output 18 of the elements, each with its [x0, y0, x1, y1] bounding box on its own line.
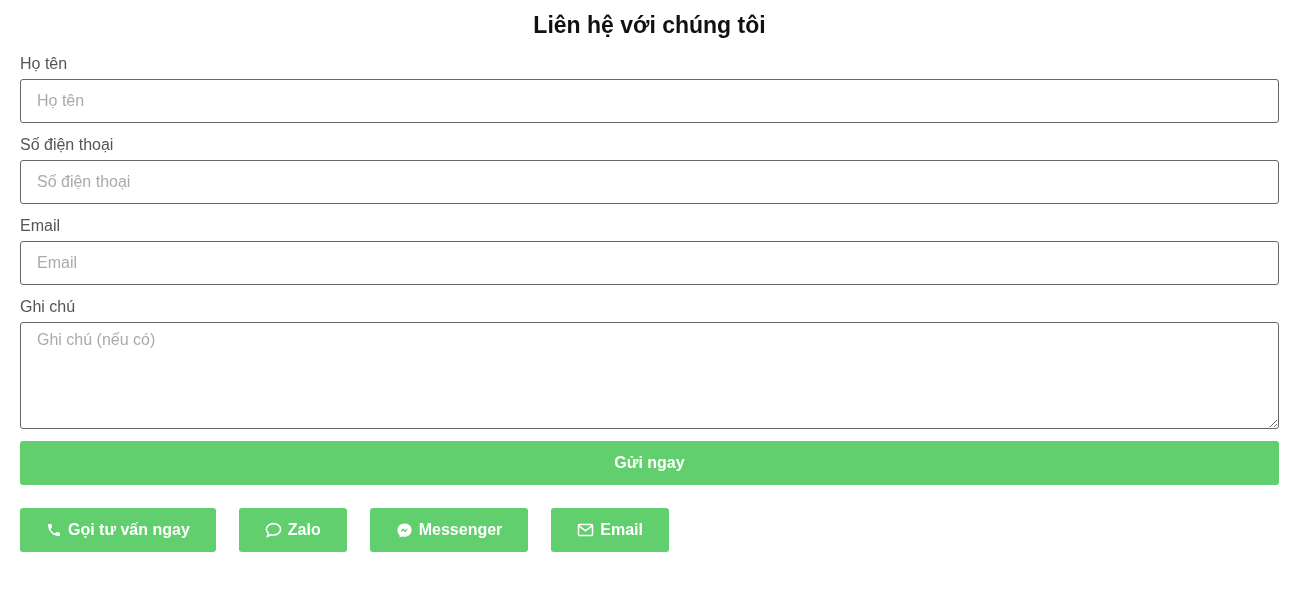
submit-button[interactable]: Gửi ngay [20, 441, 1279, 485]
contact-button[interactable]: Email [551, 508, 669, 552]
input-field[interactable]: Email [20, 241, 1279, 285]
speech-bubble-icon [264, 522, 282, 538]
contact-button[interactable]: Messenger [369, 508, 529, 552]
field-label: Họ tên [20, 55, 69, 73]
form-title: Liên hệ với chúng tôi [532, 12, 767, 39]
textarea-field[interactable]: Ghi chú (nếu có) [20, 322, 1279, 429]
phone-icon [46, 522, 62, 538]
input-field[interactable]: Họ tên [20, 79, 1279, 123]
envelope-icon [577, 523, 595, 537]
field-label: Email [20, 217, 61, 235]
contact-button[interactable]: Zalo [238, 508, 347, 552]
contact-button[interactable]: Gọi tư vấn ngay [20, 508, 216, 552]
field-label: Số điện thoại [20, 136, 115, 154]
messenger-icon [395, 521, 413, 539]
input-field[interactable]: Số điện thoại [20, 160, 1279, 204]
field-label: Ghi chú [20, 298, 77, 316]
